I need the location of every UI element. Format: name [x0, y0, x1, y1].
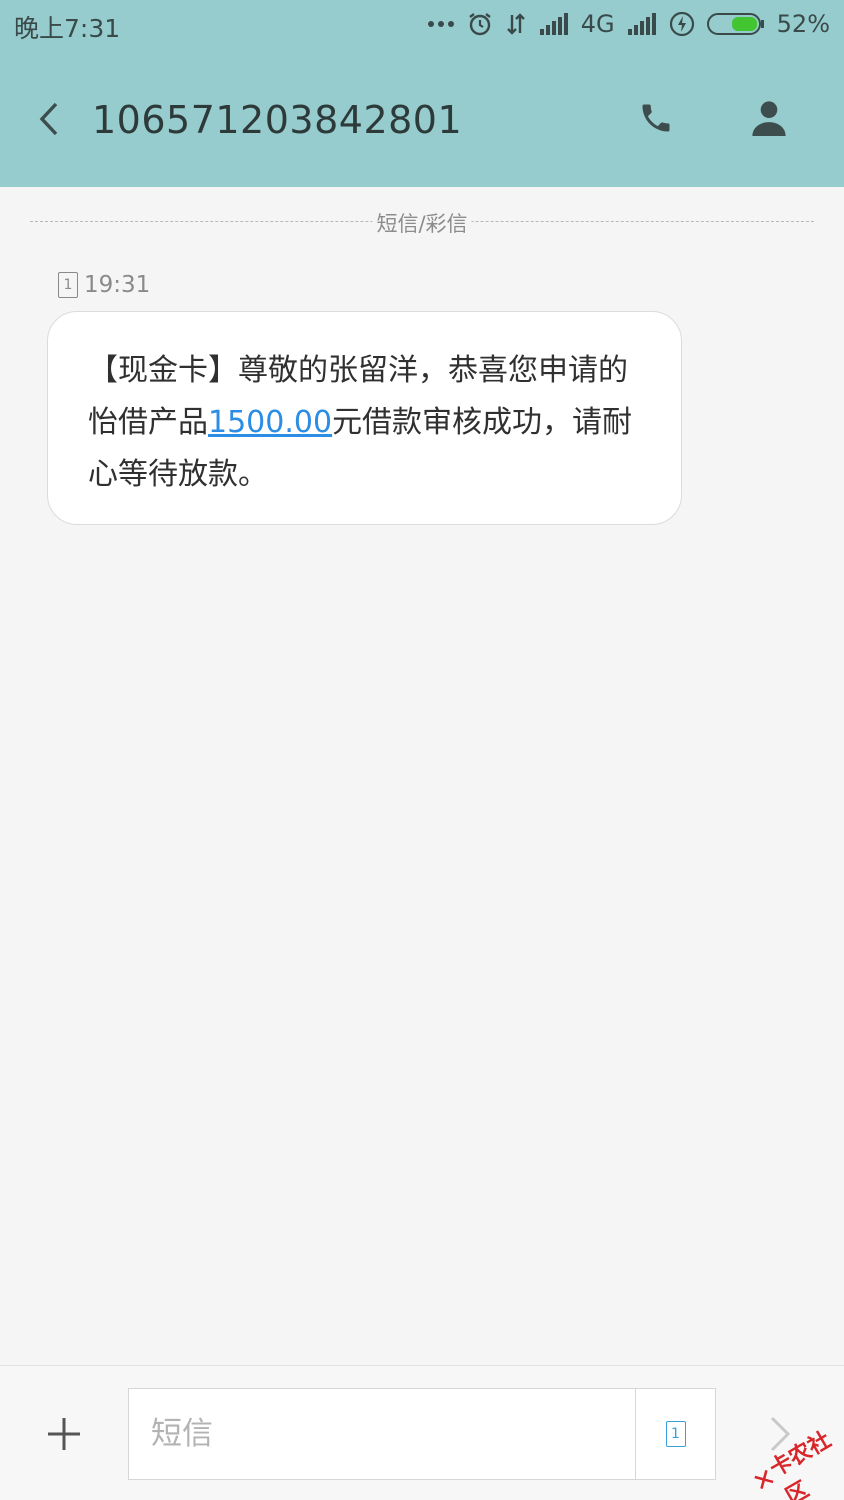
composer-bar: 1	[0, 1365, 844, 1500]
top-bar: 晚上7:31 4G 52% 106571203842801	[0, 0, 844, 187]
back-button[interactable]	[30, 90, 70, 148]
person-icon	[752, 101, 786, 136]
status-bar: 晚上7:31 4G 52%	[0, 0, 844, 50]
status-time: 晚上7:31	[14, 14, 121, 43]
conversation-title: 106571203842801	[92, 98, 463, 142]
call-button[interactable]	[624, 86, 688, 150]
sim-card-icon: 1	[665, 1421, 686, 1447]
data-transfer-icon	[506, 13, 525, 35]
attach-button[interactable]	[38, 1408, 90, 1460]
message-bubble[interactable]: 【现金卡】尊敬的张留洋，恭喜您申请的怡借产品1500.00元借款审核成功，请耐心…	[47, 311, 682, 525]
more-dots-icon	[427, 21, 454, 27]
app-bar: 106571203842801	[0, 60, 844, 178]
sim-select-button[interactable]: 1	[635, 1389, 715, 1479]
charging-icon	[669, 11, 694, 37]
message-meta: 1 19:31	[58, 272, 150, 298]
alarm-icon	[469, 13, 491, 36]
chevron-left-icon	[39, 102, 58, 136]
contact-button[interactable]	[737, 86, 801, 150]
phone-icon	[642, 104, 670, 132]
message-time: 19:31	[84, 272, 151, 298]
message-input-box: 1	[128, 1388, 716, 1480]
battery-percent: 52%	[776, 10, 830, 38]
plus-icon	[48, 1418, 80, 1450]
amount-link[interactable]: 1500.00	[208, 405, 332, 440]
sim-number: 1	[63, 277, 73, 293]
battery-icon	[706, 13, 764, 35]
sim-select-number: 1	[671, 1426, 680, 1442]
status-icons: 4G 52%	[427, 6, 830, 42]
thread-type-divider: 短信/彩信	[30, 204, 814, 240]
signal-icon	[539, 13, 568, 35]
sim-card-icon: 1	[58, 272, 78, 298]
divider-label: 短信/彩信	[372, 208, 472, 238]
network-type: 4G	[580, 10, 615, 38]
signal-icon-2	[627, 13, 656, 35]
message-input[interactable]	[129, 1389, 635, 1479]
